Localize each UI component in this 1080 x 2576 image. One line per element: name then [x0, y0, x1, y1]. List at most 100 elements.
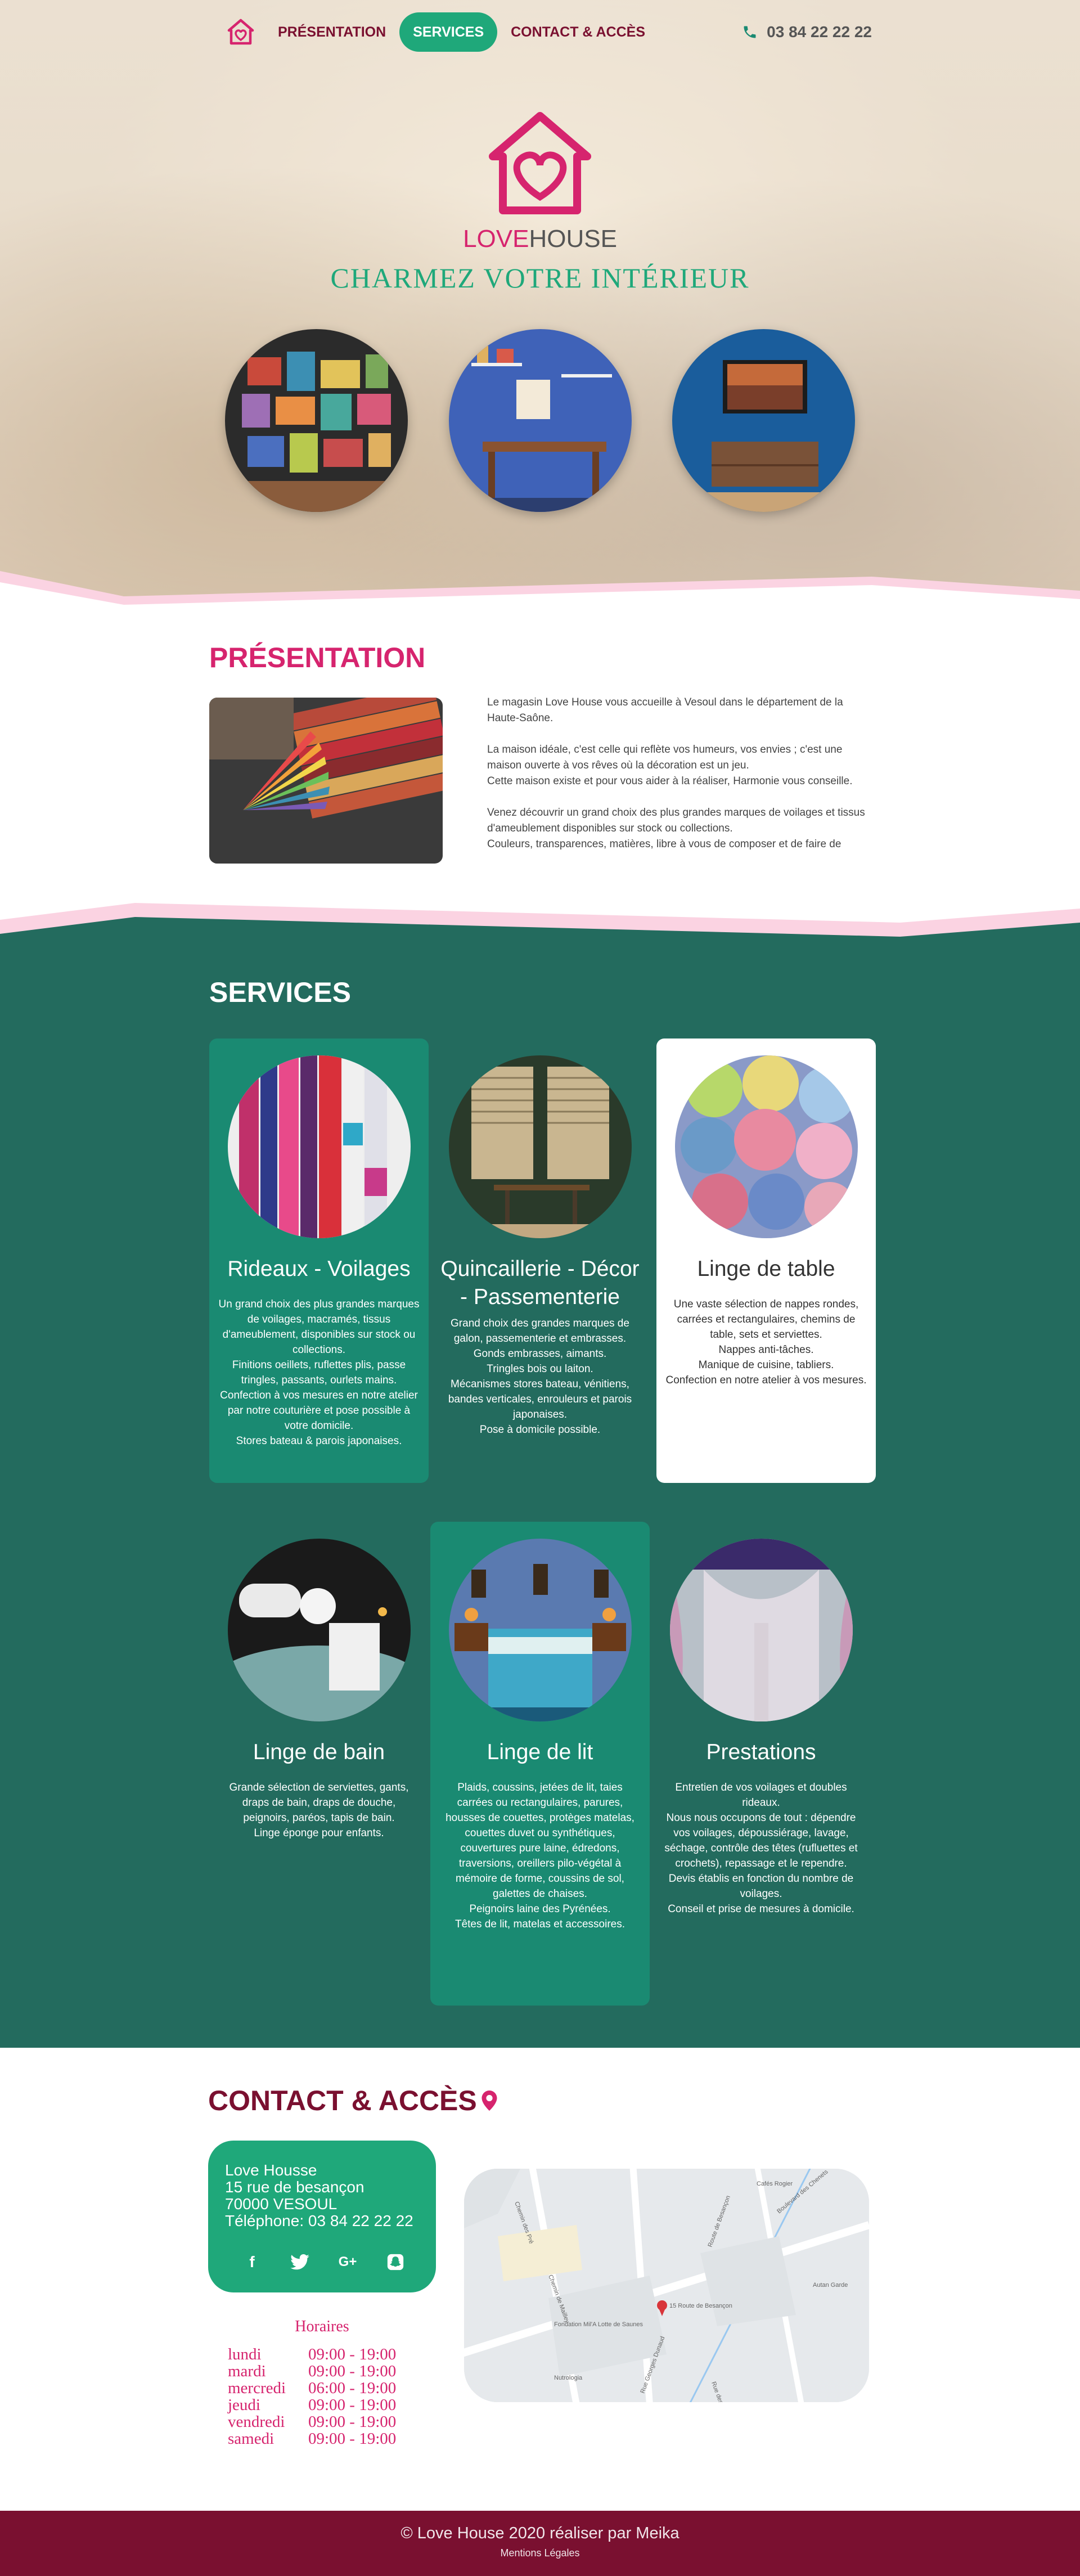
legal-notice-link[interactable]: Mentions Légales	[0, 2547, 1080, 2559]
presentation-wave-divider	[0, 903, 1080, 942]
hours-day: lundi	[228, 2345, 262, 2363]
presentation-text: Le magasin Love House vous accueille à V…	[487, 695, 870, 868]
service-description: Grande sélection de serviettes, gants, d…	[229, 1782, 409, 1839]
nav-contact[interactable]: CONTACT & ACCÈS	[497, 12, 659, 52]
service-title: Linge de table	[697, 1257, 835, 1281]
pres-line: Venez découvrir un grand choix des plus …	[487, 807, 865, 834]
phone-number: 03 84 22 22 22	[767, 23, 872, 41]
service-card-linge-lit[interactable]: Linge de lit Plaids, coussins, jetées de…	[430, 1522, 650, 2006]
map-label: Autan Garde	[813, 2282, 848, 2289]
address-street: 15 rue de besançon	[225, 2178, 364, 2196]
hours-row: lundi 09:00 - 19:00	[228, 2346, 396, 2363]
map-label: Cafés Rogier	[757, 2181, 793, 2187]
hours-row: jeudi 09:00 - 19:00	[228, 2397, 396, 2413]
contact-title: CONTACT & ACCÈS	[208, 2084, 497, 2117]
service-image-curtains	[227, 1055, 411, 1238]
phone-icon	[744, 26, 756, 38]
hours-day: jeudi	[228, 2396, 260, 2414]
hours-day: mercredi	[228, 2379, 286, 2397]
service-title: Quincaillerie - Décor - Passementerie	[440, 1257, 640, 1309]
house-heart-icon	[489, 112, 591, 214]
hours-day: samedi	[228, 2430, 274, 2448]
service-image-bath-towels	[227, 1539, 411, 1721]
snapchat-icon[interactable]	[384, 2251, 407, 2273]
service-description: Grand choix des grandes marques de galon…	[448, 1318, 632, 1436]
hours-title: Horaires	[295, 2318, 349, 2335]
contact-title-text: CONTACT & ACCÈS	[208, 2085, 477, 2116]
address-card: Love Housse 15 rue de besançon 70000 VES…	[208, 2141, 436, 2292]
opening-hours: lundi 09:00 - 19:00 mardi 09:00 - 19:00 me…	[228, 2346, 396, 2447]
map-pin-icon	[482, 2091, 497, 2111]
pres-paragraph: Venez découvrir un grand choix des plus …	[487, 805, 870, 852]
hero-wave-divider	[0, 571, 1080, 610]
service-image-curtain-sheers	[669, 1539, 853, 1721]
site-footer: © Love House 2020 réaliser par Meika Men…	[0, 2511, 1080, 2576]
pres-line: Cette maison existe et pour vous aider à…	[487, 775, 853, 787]
footer-copyright: © Love House 2020 réaliser par Meika	[400, 2524, 680, 2542]
service-image-blinds	[448, 1055, 632, 1238]
presentation-title: PRÉSENTATION	[209, 642, 426, 673]
hero-image-wall-frames	[225, 329, 408, 512]
brand-love: LOVE	[463, 225, 529, 253]
service-card-prestations[interactable]: Prestations Entretien de vos voilages et…	[651, 1522, 871, 2006]
brand-house: HOUSE	[529, 225, 617, 253]
nav-services[interactable]: SERVICES	[399, 12, 498, 52]
hours-time: 09:00 - 19:00	[308, 2362, 397, 2380]
service-card-linge-bain[interactable]: Linge de bain Grande sélection de servie…	[209, 1522, 429, 2006]
service-description: Plaids, coussins, jetées de lit, taies c…	[446, 1782, 634, 1930]
main-nav: PRÉSENTATION SERVICES CONTACT & ACCÈS 03…	[225, 12, 872, 52]
map-label: Nutrologia	[554, 2375, 583, 2381]
hours-row: mercredi 06:00 - 19:00	[228, 2380, 396, 2397]
service-description: Un grand choix des plus grandes marques …	[218, 1298, 420, 1447]
service-card-linge-table[interactable]: Linge de table Une vaste sélection de na…	[656, 1039, 876, 1483]
services-title: SERVICES	[209, 977, 351, 1008]
service-title: Linge de lit	[487, 1740, 593, 1764]
location-map[interactable]: 15 Route de Besançon Cafés Rogier Autan …	[464, 2169, 869, 2402]
service-card-quincaillerie[interactable]: Quincaillerie - Décor - Passementerie Gr…	[430, 1039, 650, 1483]
hero-tagline: CHARMEZ VOTRE INTÉRIEUR	[330, 262, 750, 294]
hours-row: mardi 09:00 - 19:00	[228, 2363, 396, 2380]
pres-paragraph: Le magasin Love House vous accueille à V…	[487, 696, 843, 724]
hours-row: vendredi 09:00 - 19:00	[228, 2413, 396, 2430]
contact-phone: Téléphone: 03 84 22 22 22	[225, 2212, 413, 2229]
hours-day: vendredi	[228, 2413, 285, 2431]
hours-time: 06:00 - 19:00	[308, 2379, 397, 2397]
map-label: 15 Route de Besançon	[669, 2303, 732, 2309]
service-image-bedroom	[448, 1539, 632, 1721]
business-name: Love Housse	[225, 2161, 317, 2179]
nav-presentation[interactable]: PRÉSENTATION	[264, 12, 399, 52]
hero-banner: PRÉSENTATION SERVICES CONTACT & ACCÈS 03…	[0, 0, 1080, 610]
hours-time: 09:00 - 19:00	[308, 2430, 397, 2448]
social-links: f G+	[225, 2251, 419, 2273]
twitter-icon[interactable]	[289, 2251, 311, 2273]
service-description: Entretien de vos voilages et doubles rid…	[664, 1782, 858, 1915]
contact-section: CONTACT & ACCÈS Love Housse 15 rue de be…	[0, 2048, 1080, 2511]
service-title: Linge de bain	[253, 1740, 385, 1764]
hero-gallery	[225, 329, 855, 512]
hours-day: mardi	[228, 2362, 266, 2380]
pres-paragraph: La maison idéale, c'est celle qui reflèt…	[487, 742, 870, 789]
pres-line: Couleurs, transparences, matières, libre…	[487, 838, 842, 850]
nav-logo[interactable]	[225, 16, 256, 48]
service-title: Rideaux - Voilages	[227, 1257, 411, 1281]
pres-line: La maison idéale, c'est celle qui reflèt…	[487, 744, 843, 771]
address-city: 70000 VESOUL	[225, 2195, 338, 2213]
hours-row: samedi 09:00 - 19:00	[228, 2430, 396, 2447]
hero-image-office	[448, 329, 632, 512]
brand-name: LOVEHOUSE	[0, 225, 1080, 253]
nav-phone[interactable]: 03 84 22 22 22	[742, 23, 872, 41]
fabric-swatches-image	[209, 698, 443, 864]
hours-time: 09:00 - 19:00	[308, 2413, 397, 2431]
presentation-section: PRÉSENTATION Le magasin Love House vous …	[0, 610, 1080, 942]
house-heart-icon	[227, 19, 254, 45]
services-section: SERVICES Rideaux - Voilages Un grand cho…	[0, 942, 1080, 2048]
facebook-icon[interactable]: f	[241, 2251, 263, 2273]
service-image-table-linen	[674, 1055, 858, 1238]
service-card-rideaux[interactable]: Rideaux - Voilages Un grand choix des pl…	[209, 1039, 429, 1483]
hours-time: 09:00 - 19:00	[308, 2345, 397, 2363]
service-title: Prestations	[706, 1740, 816, 1764]
hours-time: 09:00 - 19:00	[308, 2396, 397, 2414]
service-description: Une vaste sélection de nappes rondes, ca…	[665, 1298, 867, 1386]
hero-image-tv-room	[672, 329, 855, 512]
google-plus-icon[interactable]: G+	[336, 2251, 359, 2273]
